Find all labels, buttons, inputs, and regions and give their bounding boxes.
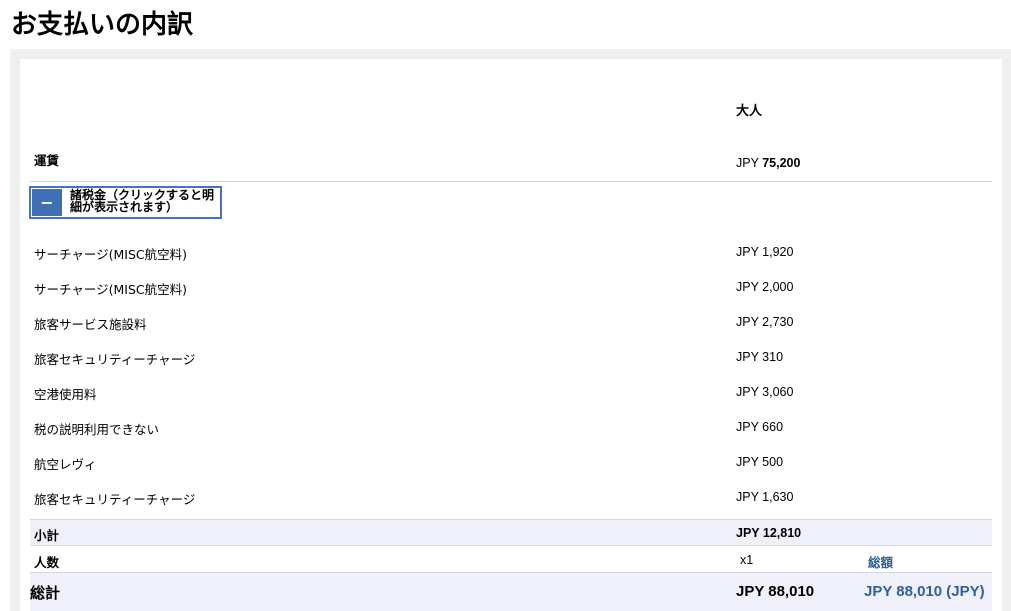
tax-item-label: 税の説明利用できない [34, 422, 160, 437]
tax-item-label: 航空レヴィ [34, 457, 97, 472]
tax-item-amount: JPY 1,630 [736, 490, 794, 504]
page-title: お支払いの内訳 [11, 10, 194, 40]
total-amount-header: 総額 [868, 555, 894, 570]
pax-count: x1 [740, 553, 754, 567]
tax-item-amount: JPY 310 [736, 350, 784, 364]
taxes-toggle-label: 諸税金（クリックすると明細が表示されます） [70, 188, 215, 214]
tax-item-label: 旅客サービス施設料 [34, 317, 147, 332]
tax-item-amount: JPY 2,000 [736, 280, 794, 294]
grand-total-label: 総計 [30, 584, 61, 602]
grand-total-value: JPY 88,010 (JPY) [864, 583, 985, 600]
collapse-icon: − [32, 189, 62, 216]
fare-value: 75,200 [762, 156, 801, 170]
tax-item-label: サーチャージ(MISC航空料) [34, 247, 188, 262]
tax-item-label: 空港使用料 [34, 387, 97, 402]
tax-item-amount: JPY 660 [736, 420, 784, 434]
tax-item-amount: JPY 500 [736, 455, 784, 469]
fare-label: 運賃 [34, 153, 60, 168]
pax-label: 人数 [34, 555, 60, 570]
column-header-adult: 大人 [736, 104, 763, 119]
grand-total-amount: JPY 88,010 [736, 583, 815, 600]
tax-item-amount: JPY 1,920 [736, 245, 794, 259]
tax-item-label: 旅客セキュリティーチャージ [34, 352, 196, 367]
subtotal-row [30, 519, 992, 546]
subtotal-label: 小計 [34, 528, 60, 543]
divider [30, 181, 992, 182]
tax-item-label: 旅客セキュリティーチャージ [34, 492, 196, 507]
fare-amount: JPY 75,200 [736, 156, 800, 170]
tax-item-label: サーチャージ(MISC航空料) [34, 282, 188, 297]
tax-item-amount: JPY 2,730 [736, 315, 794, 329]
grand-total-row [30, 572, 992, 611]
fare-currency: JPY [736, 156, 759, 170]
subtotal-amount: JPY 12,810 [736, 526, 802, 540]
taxes-toggle-button[interactable]: − 諸税金（クリックすると明細が表示されます） [29, 186, 222, 219]
tax-item-amount: JPY 3,060 [736, 385, 794, 399]
